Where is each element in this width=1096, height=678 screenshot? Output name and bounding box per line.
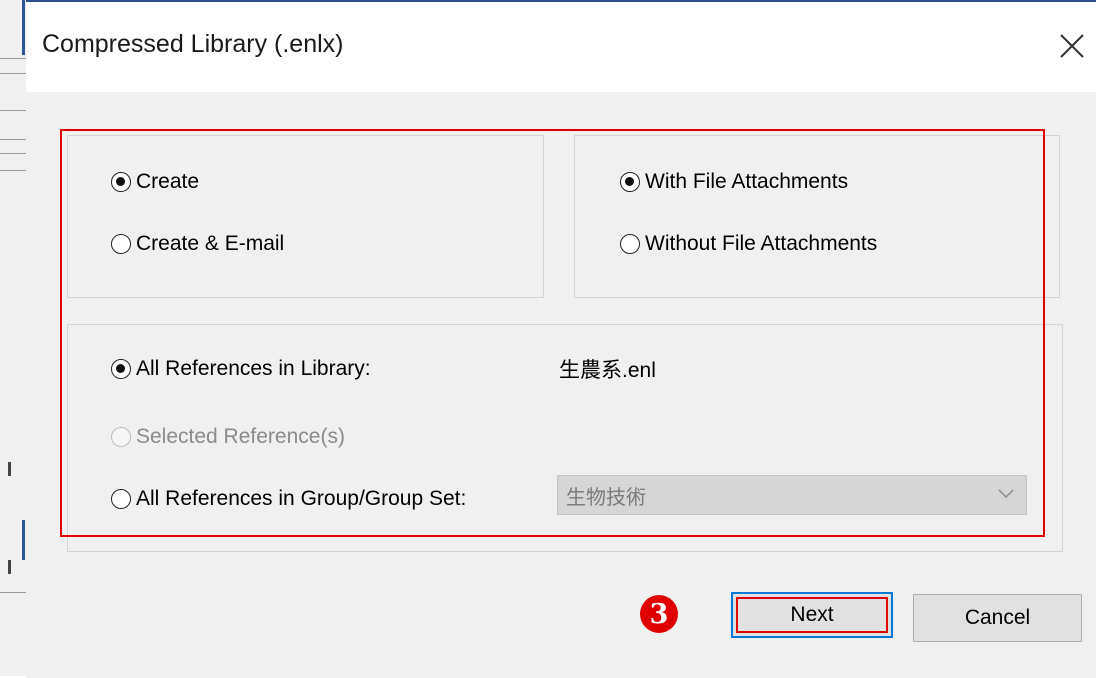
- radio-create[interactable]: Create: [111, 170, 199, 194]
- radio-selected-references-label: Selected Reference(s): [136, 425, 345, 448]
- step-badge: 3: [640, 595, 678, 633]
- radio-create-email-label: Create & E-mail: [136, 232, 285, 255]
- background-window-edge: [0, 0, 27, 676]
- create-options-group: [67, 135, 544, 298]
- dialog-title: Compressed Library (.enlx): [42, 30, 344, 58]
- title-bar: Compressed Library (.enlx): [26, 2, 1096, 92]
- radio-group-set-indicator[interactable]: [111, 489, 131, 509]
- radio-group-set[interactable]: All References in Group/Group Set:: [111, 487, 466, 511]
- radio-without-attachments-indicator[interactable]: [620, 234, 640, 254]
- radio-all-references-label: All References in Library:: [136, 357, 371, 380]
- radio-selected-references: Selected Reference(s): [111, 425, 345, 449]
- radio-without-attachments[interactable]: Without File Attachments: [620, 232, 877, 256]
- chevron-down-icon: [998, 489, 1014, 499]
- group-set-combobox-value: 生物技術: [566, 486, 646, 509]
- attachments-options-group: [574, 135, 1060, 298]
- radio-with-attachments[interactable]: With File Attachments: [620, 170, 848, 194]
- radio-without-attachments-label: Without File Attachments: [645, 232, 878, 255]
- compressed-library-dialog: Compressed Library (.enlx) Create Create…: [26, 0, 1096, 678]
- radio-all-references[interactable]: All References in Library:: [111, 357, 371, 381]
- radio-create-label: Create: [136, 170, 200, 193]
- radio-create-email-indicator[interactable]: [111, 234, 131, 254]
- library-name: 生農系.enl: [559, 359, 656, 382]
- next-button-highlight: [736, 597, 888, 633]
- radio-with-attachments-label: With File Attachments: [645, 170, 849, 193]
- cancel-button[interactable]: Cancel: [913, 594, 1082, 642]
- radio-create-indicator[interactable]: [111, 172, 131, 192]
- radio-selected-references-indicator: [111, 427, 131, 447]
- close-button[interactable]: [1052, 26, 1092, 66]
- cancel-button-label: Cancel: [964, 606, 1031, 629]
- radio-group-set-label: All References in Group/Group Set:: [136, 487, 467, 510]
- radio-all-references-indicator[interactable]: [111, 359, 131, 379]
- group-set-combobox[interactable]: 生物技術: [557, 475, 1027, 515]
- radio-with-attachments-indicator[interactable]: [620, 172, 640, 192]
- close-icon: [1060, 34, 1084, 58]
- next-button[interactable]: Next: [731, 592, 893, 638]
- radio-create-email[interactable]: Create & E-mail: [111, 232, 284, 256]
